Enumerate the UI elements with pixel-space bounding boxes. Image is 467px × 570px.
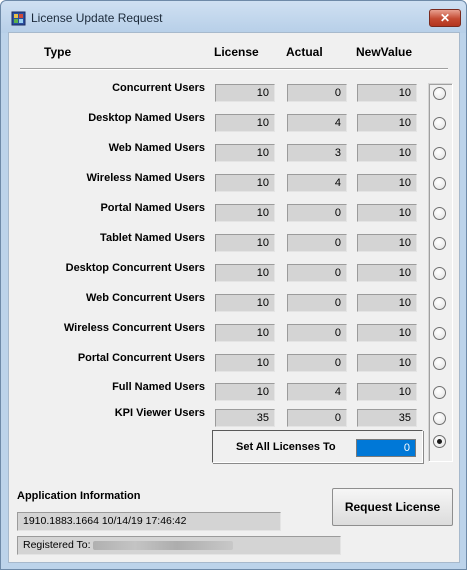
row-radio[interactable] <box>433 117 446 130</box>
row-label: Tablet Named Users <box>100 232 205 244</box>
new-value-field[interactable]: 10 <box>357 144 417 162</box>
row-radio[interactable] <box>433 177 446 190</box>
actual-field: 0 <box>287 324 347 342</box>
row-label: Desktop Named Users <box>88 112 205 124</box>
license-field: 10 <box>215 264 275 282</box>
set-all-input[interactable]: 0 <box>356 439 416 457</box>
actual-field: 0 <box>287 294 347 312</box>
actual-field: 4 <box>287 174 347 192</box>
row-label: Wireless Concurrent Users <box>63 322 205 334</box>
new-value-field[interactable]: 10 <box>357 294 417 312</box>
registered-to-label: Registered To: <box>23 539 91 551</box>
actual-field: 4 <box>287 114 347 132</box>
column-header-type: Type <box>44 45 72 59</box>
application-information-label: Application Information <box>17 490 141 502</box>
row-radio[interactable] <box>433 357 446 370</box>
row-label: Full Named Users <box>112 381 205 393</box>
row-radio[interactable] <box>433 297 446 310</box>
new-value-field[interactable]: 10 <box>357 84 417 102</box>
new-value-field[interactable]: 10 <box>357 383 417 401</box>
column-header-license: License <box>214 45 259 59</box>
redacted-registrant <box>92 540 233 550</box>
license-field: 35 <box>215 409 275 427</box>
actual-field: 4 <box>287 383 347 401</box>
row-radio[interactable] <box>433 237 446 250</box>
license-field: 10 <box>215 383 275 401</box>
row-radio[interactable] <box>433 207 446 220</box>
set-all-radio[interactable] <box>433 435 446 448</box>
license-field: 10 <box>215 324 275 342</box>
column-header-actual: Actual <box>286 45 323 59</box>
actual-field: 0 <box>287 204 347 222</box>
row-label: Desktop Concurrent Users <box>65 262 205 274</box>
set-all-label: Set All Licenses To <box>236 441 336 453</box>
license-field: 10 <box>215 204 275 222</box>
header-divider <box>20 68 448 70</box>
row-radio[interactable] <box>433 386 446 399</box>
license-field: 10 <box>215 114 275 132</box>
title-bar[interactable]: License Update Request ✕ <box>1 1 466 33</box>
close-icon: ✕ <box>439 11 451 25</box>
new-value-field[interactable]: 10 <box>357 234 417 252</box>
row-radio[interactable] <box>433 87 446 100</box>
new-value-field[interactable]: 10 <box>357 264 417 282</box>
row-label: Web Named Users <box>108 142 205 154</box>
license-field: 10 <box>215 144 275 162</box>
window-title: License Update Request <box>31 11 163 25</box>
actual-field: 0 <box>287 409 347 427</box>
column-header-new-value: NewValue <box>356 45 413 59</box>
actual-field: 0 <box>287 264 347 282</box>
row-label: Portal Concurrent Users <box>77 352 205 364</box>
row-label: Concurrent Users <box>112 82 205 94</box>
new-value-field[interactable]: 10 <box>357 204 417 222</box>
new-value-field[interactable]: 10 <box>357 174 417 192</box>
license-update-window: License Update Request ✕ Type License Ac… <box>0 0 467 570</box>
row-label: KPI Viewer Users <box>114 407 205 419</box>
new-value-field[interactable]: 10 <box>357 324 417 342</box>
row-radio[interactable] <box>433 412 446 425</box>
actual-field: 0 <box>287 234 347 252</box>
new-value-field[interactable]: 10 <box>357 354 417 372</box>
request-license-button[interactable]: Request License <box>332 488 453 526</box>
dialog-body: Type License Actual NewValue Concurrent … <box>8 32 460 563</box>
row-label: Web Concurrent Users <box>86 292 205 304</box>
license-field: 10 <box>215 234 275 252</box>
actual-field: 3 <box>287 144 347 162</box>
row-radio[interactable] <box>433 267 446 280</box>
set-all-group: Set All Licenses To 0 <box>212 430 423 463</box>
app-window-icon <box>11 11 26 26</box>
row-radio[interactable] <box>433 327 446 340</box>
new-value-field[interactable]: 35 <box>357 409 417 427</box>
version-field: 1910.1883.1664 10/14/19 17:46:42 <box>17 512 281 531</box>
actual-field: 0 <box>287 84 347 102</box>
license-field: 10 <box>215 294 275 312</box>
row-label: Wireless Named Users <box>86 172 205 184</box>
actual-field: 0 <box>287 354 347 372</box>
row-radio[interactable] <box>433 147 446 160</box>
row-label: Portal Named Users <box>100 202 205 214</box>
new-value-field[interactable]: 10 <box>357 114 417 132</box>
close-button[interactable]: ✕ <box>429 9 461 27</box>
license-field: 10 <box>215 354 275 372</box>
license-field: 10 <box>215 84 275 102</box>
license-field: 10 <box>215 174 275 192</box>
registered-to-field: Registered To: <box>17 536 341 555</box>
